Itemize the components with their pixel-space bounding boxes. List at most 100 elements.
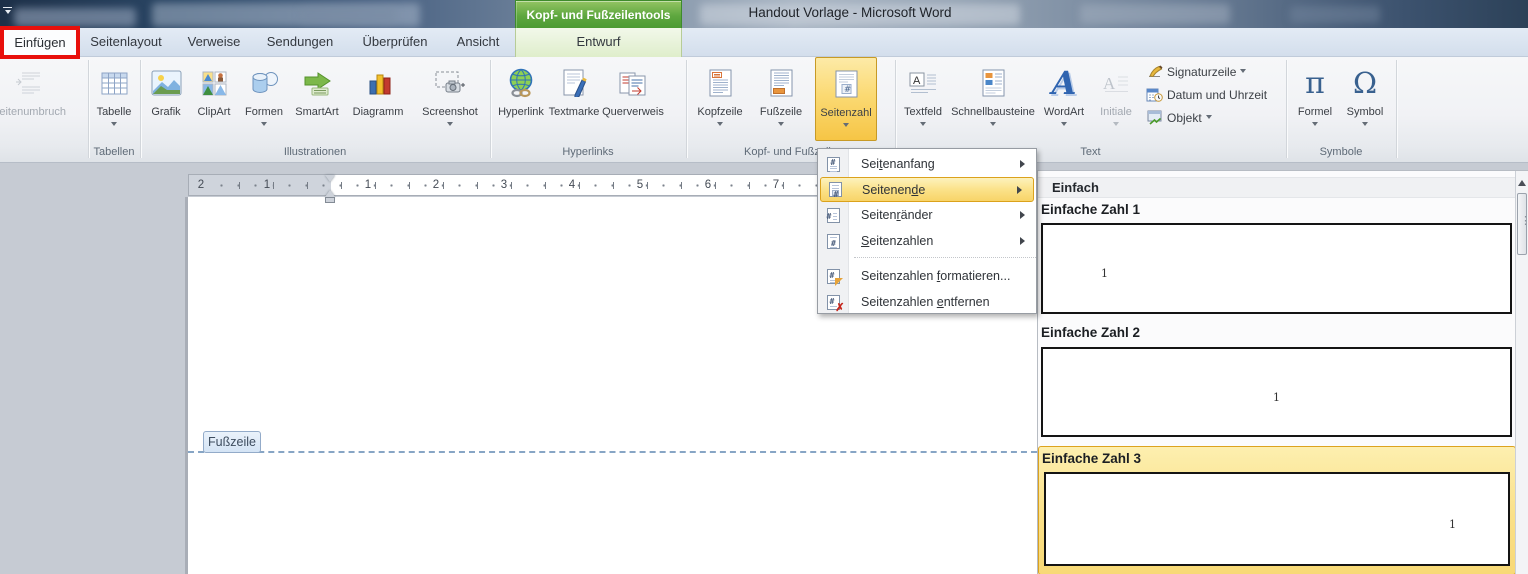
dropdown-arrow (1312, 122, 1318, 129)
quick-parts-button[interactable]: Schnellbausteine (950, 60, 1036, 144)
group-divider (1396, 60, 1397, 158)
group-label-hyperlinks: Hyperlinks (490, 146, 686, 160)
menu-item-seitenanfang[interactable]: # Seitenanfang (818, 151, 1036, 177)
signature-line-button[interactable]: Signaturzeile (1146, 60, 1286, 83)
bookmark-icon (562, 60, 587, 106)
screenshot-icon (434, 60, 466, 106)
tab-entwurf[interactable]: Entwurf (515, 28, 682, 57)
hyperlink-icon (506, 60, 537, 106)
ruler-number: 6 (702, 178, 714, 192)
blurred-area (1290, 6, 1380, 23)
dropdown-arrow (447, 122, 453, 129)
dropdown-arrow (778, 122, 784, 129)
symbol-button[interactable]: Ω Symbol (1340, 60, 1390, 144)
drop-cap-button: A Initiale (1092, 60, 1140, 144)
title-bar: Handout Vorlage - Microsoft Word Kopf- u… (0, 0, 1528, 28)
object-icon (1146, 110, 1163, 125)
remove-page-numbers-icon: #✗ (827, 295, 840, 310)
wordart-button[interactable]: A WordArt (1038, 60, 1090, 144)
dropdown-arrow (990, 122, 996, 129)
gallery-item-einfache-zahl-3[interactable]: Einfache Zahl 3 1 (1038, 446, 1516, 574)
table-icon (101, 60, 128, 106)
screenshot-button[interactable]: Screenshot (412, 60, 488, 144)
group-divider (88, 60, 89, 158)
chart-button[interactable]: Diagramm (346, 60, 410, 144)
dropdown-arrow (843, 123, 849, 130)
bottom-of-page-icon: # (829, 182, 842, 197)
shapes-button[interactable]: Formen (240, 60, 288, 144)
tab-ueberpruefen[interactable]: Überprüfen (352, 28, 438, 57)
date-time-icon (1146, 87, 1163, 102)
gallery-section-header: Einfach (1038, 177, 1515, 198)
gallery-item-preview: 1 (1044, 472, 1510, 566)
equation-button[interactable]: π Formel (1292, 60, 1338, 144)
dropdown-arrow (717, 122, 723, 129)
bookmark-button[interactable]: Textmarke (548, 60, 600, 144)
contextual-tools-header: Kopf- und Fußzeilentools (515, 0, 682, 28)
clipart-icon (202, 60, 227, 106)
submenu-arrow-icon (1020, 211, 1029, 219)
submenu-arrow-icon (1017, 186, 1026, 194)
ruler-number: 7 (770, 178, 782, 192)
chart-icon (365, 60, 392, 106)
clipart-button[interactable]: ClipArt (190, 60, 238, 144)
left-indent-marker[interactable] (325, 197, 335, 203)
textbox-icon: A (909, 60, 937, 106)
quick-access-toolbar-arrow-icon[interactable] (3, 7, 12, 17)
blurred-tab (14, 8, 136, 27)
quick-parts-icon (982, 60, 1005, 106)
textbox-button[interactable]: A Textfeld (898, 60, 948, 144)
dropdown-arrow (1061, 122, 1067, 129)
tab-verweise[interactable]: Verweise (180, 28, 248, 57)
tab-ansicht[interactable]: Ansicht (448, 28, 508, 57)
tab-seitenlayout[interactable]: Seitenlayout (84, 28, 168, 57)
cross-reference-button[interactable]: Querverweis (600, 60, 666, 144)
dropdown-arrow (111, 122, 117, 129)
wordart-icon: A (1052, 60, 1077, 106)
tab-sendungen[interactable]: Sendungen (258, 28, 342, 57)
picture-button[interactable]: Grafik (144, 60, 188, 144)
group-label-tabellen: Tabellen (88, 146, 140, 160)
table-button[interactable]: Tabelle (92, 60, 136, 144)
page-number-menu: # Seitenanfang # Seitenende # Seitenränd… (817, 148, 1037, 314)
smartart-button[interactable]: SmartArt (290, 60, 344, 144)
blurred-area (300, 7, 396, 24)
symbol-icon: Ω (1353, 60, 1377, 106)
ruler-number: 1 (362, 178, 374, 192)
footer-button[interactable]: Fußzeile (752, 60, 810, 144)
dropdown-arrow (261, 122, 267, 129)
scroll-up-icon[interactable] (1518, 176, 1526, 186)
menu-item-seitenzahlen-formatieren[interactable]: # Seitenzahlen formatieren... (818, 263, 1036, 289)
footer-icon (770, 60, 793, 106)
ruler-number: 1 (261, 178, 273, 192)
gallery-item-einfache-zahl-1[interactable]: 1 (1041, 223, 1512, 314)
footer-area-tab: Fußzeile (203, 431, 261, 453)
ruler-number: 3 (498, 178, 510, 192)
object-button[interactable]: Objekt (1146, 106, 1286, 129)
scrollbar-thumb[interactable] (1517, 193, 1527, 255)
hanging-indent-marker[interactable] (325, 185, 335, 197)
gallery-scrollbar[interactable] (1515, 171, 1528, 574)
ruler-number: 4 (566, 178, 578, 192)
group-divider (490, 60, 491, 158)
picture-icon (151, 60, 182, 106)
date-time-button[interactable]: Datum und Uhrzeit (1146, 83, 1286, 106)
menu-item-seitenende[interactable]: # Seitenende (820, 177, 1034, 202)
submenu-arrow-icon (1020, 237, 1029, 245)
ruler-number: 2 (430, 178, 442, 192)
equation-icon: π (1305, 60, 1325, 106)
page-number-button[interactable]: # Seitenzahl (815, 57, 877, 141)
page-number-icon: # (835, 61, 858, 107)
svg-text:A: A (913, 75, 921, 87)
header-button[interactable]: Kopfzeile (690, 60, 750, 144)
format-page-numbers-icon: # (827, 269, 840, 284)
gallery-item-label: Einfache Zahl 2 (1041, 325, 1140, 340)
dropdown-arrow (920, 122, 926, 129)
menu-item-seitenzahlen-entfernen[interactable]: #✗ Seitenzahlen entfernen (818, 289, 1036, 315)
hyperlink-button[interactable]: Hyperlink (494, 60, 548, 144)
gallery-item-einfache-zahl-2[interactable]: 1 (1041, 347, 1512, 437)
menu-item-seitenzahlen[interactable]: # Seitenzahlen (818, 228, 1036, 254)
group-label-symbole: Symbole (1286, 146, 1396, 160)
top-of-page-icon: # (827, 157, 840, 172)
menu-item-seitenraender[interactable]: # Seitenränder (818, 202, 1036, 228)
